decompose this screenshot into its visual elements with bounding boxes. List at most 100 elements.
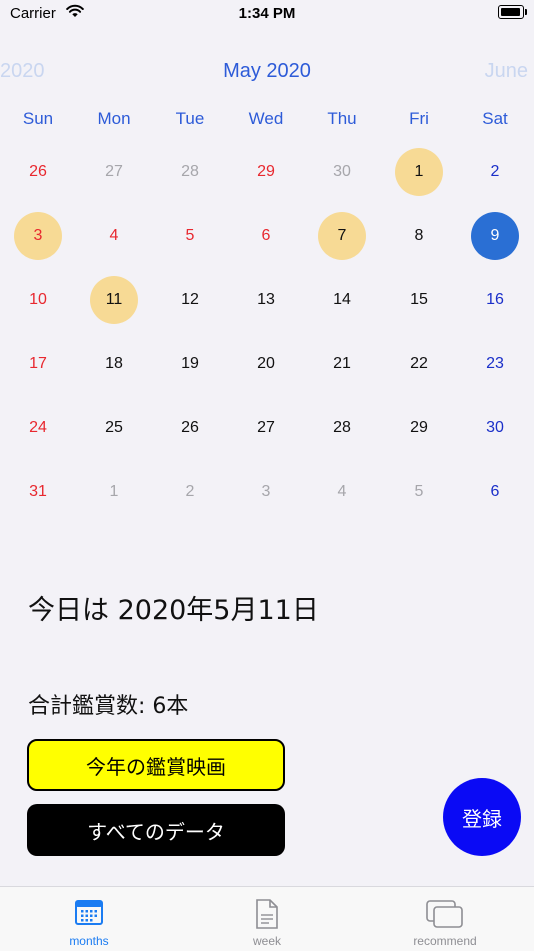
calendar-day[interactable]: 29 xyxy=(228,140,304,204)
current-month-label: May 2020 xyxy=(223,60,311,82)
weekday-fri: Fri xyxy=(409,109,429,128)
weekday-tue: Tue xyxy=(175,109,205,128)
calendar-day[interactable]: 7 xyxy=(304,204,380,268)
calendar-day[interactable]: 15 xyxy=(381,268,457,332)
calendar-day[interactable]: 17 xyxy=(0,332,76,396)
calendar-day-number: 28 xyxy=(333,419,351,436)
calendar-day[interactable]: 22 xyxy=(381,332,457,396)
calendar-day-number: 26 xyxy=(29,163,47,180)
calendar-day[interactable]: 28 xyxy=(152,140,228,204)
calendar-day-number: 28 xyxy=(181,163,199,180)
calendar-day[interactable]: 4 xyxy=(76,204,152,268)
calendar-day[interactable]: 3 xyxy=(228,460,304,524)
calendar-day[interactable]: 2 xyxy=(152,460,228,524)
calendar-day[interactable]: 26 xyxy=(0,140,76,204)
calendar-day-number: 24 xyxy=(29,419,47,436)
calendar-day-number: 5 xyxy=(414,483,424,500)
calendar-day-number: 31 xyxy=(29,483,47,500)
calendar-day-number: 18 xyxy=(105,355,123,372)
weekday-wed: Wed xyxy=(248,109,284,128)
calendar-day-number: 12 xyxy=(181,291,199,308)
calendar-day[interactable]: 2 xyxy=(457,140,533,204)
calendar-day-number: 13 xyxy=(257,291,275,308)
calendar-icon xyxy=(0,899,178,925)
calendar-day-number: 2 xyxy=(185,483,195,500)
calendar-day-number: 1 xyxy=(109,483,119,500)
calendar-day-number: 10 xyxy=(29,291,47,308)
month-header: 2020 May 2020 June xyxy=(0,60,534,86)
today-date-text: 今日は 2020年5月11日 xyxy=(28,595,319,626)
tab-bar: months week recommend xyxy=(0,886,534,951)
calendar-day[interactable]: 21 xyxy=(304,332,380,396)
total-count-text: 合計鑑賞数: 6本 xyxy=(28,694,189,719)
calendar-day[interactable]: 31 xyxy=(0,460,76,524)
calendar-day-number: 29 xyxy=(257,163,275,180)
tab-week-label: week xyxy=(252,934,281,948)
calendar-day[interactable]: 1 xyxy=(381,140,457,204)
this-year-movies-button[interactable]: 今年の鑑賞映画 xyxy=(27,739,285,791)
calendar-day-number: 17 xyxy=(29,355,47,372)
calendar-day-number: 26 xyxy=(181,419,199,436)
tab-recommend-label: recommend xyxy=(413,934,477,948)
calendar-day-number: 3 xyxy=(261,483,271,500)
calendar-day[interactable]: 3 xyxy=(0,204,76,268)
calendar-day[interactable]: 12 xyxy=(152,268,228,332)
calendar-day[interactable]: 30 xyxy=(304,140,380,204)
calendar-day-number: 25 xyxy=(105,419,123,436)
calendar-day-number: 27 xyxy=(105,163,123,180)
calendar-day-number: 27 xyxy=(257,419,275,436)
calendar-day[interactable]: 14 xyxy=(304,268,380,332)
calendar-day[interactable]: 26 xyxy=(152,396,228,460)
calendar-day-number: 2 xyxy=(490,163,500,180)
weekday-mon: Mon xyxy=(97,109,131,128)
calendar-day[interactable]: 27 xyxy=(76,140,152,204)
calendar-day[interactable]: 27 xyxy=(228,396,304,460)
calendar-day[interactable]: 5 xyxy=(152,204,228,268)
calendar-day-number: 20 xyxy=(257,355,275,372)
calendar-day-number-selected: 9 xyxy=(471,212,519,260)
weekday-sat: Sat xyxy=(482,109,508,128)
calendar-day[interactable]: 29 xyxy=(381,396,457,460)
calendar-day[interactable]: 6 xyxy=(228,204,304,268)
calendar-day-number-marked: 3 xyxy=(14,212,62,260)
calendar-day[interactable]: 8 xyxy=(381,204,457,268)
calendar-day-number: 22 xyxy=(410,355,428,372)
calendar-day-number: 4 xyxy=(337,483,347,500)
calendar-day[interactable]: 5 xyxy=(381,460,457,524)
tab-recommend[interactable]: recommend xyxy=(356,887,534,951)
calendar-day[interactable]: 1 xyxy=(76,460,152,524)
calendar-day[interactable]: 23 xyxy=(457,332,533,396)
calendar-day[interactable]: 10 xyxy=(0,268,76,332)
calendar-day-number: 5 xyxy=(185,227,195,244)
calendar-day-number: 6 xyxy=(261,227,271,244)
calendar-day-number: 23 xyxy=(486,355,504,372)
calendar-day[interactable]: 9 xyxy=(457,204,533,268)
next-month-label[interactable]: June xyxy=(485,60,528,83)
tab-week[interactable]: week xyxy=(178,887,356,951)
calendar-day[interactable]: 6 xyxy=(457,460,533,524)
register-button[interactable]: 登録 xyxy=(443,778,521,856)
calendar-day-number: 16 xyxy=(486,291,504,308)
calendar-day[interactable]: 20 xyxy=(228,332,304,396)
battery-icon xyxy=(498,5,527,19)
calendar-day-number-marked: 11 xyxy=(90,276,138,324)
calendar-day[interactable]: 28 xyxy=(304,396,380,460)
tab-months-label: months xyxy=(69,934,109,948)
calendar-day[interactable]: 13 xyxy=(228,268,304,332)
calendar-day[interactable]: 11 xyxy=(76,268,152,332)
calendar-day[interactable]: 25 xyxy=(76,396,152,460)
tab-months[interactable]: months xyxy=(0,887,178,951)
calendar-day[interactable]: 18 xyxy=(76,332,152,396)
calendar-day[interactable]: 24 xyxy=(0,396,76,460)
calendar-day[interactable]: 4 xyxy=(304,460,380,524)
calendar-day-number: 4 xyxy=(109,227,119,244)
calendar-day-number: 8 xyxy=(414,227,424,244)
calendar-day-number: 19 xyxy=(181,355,199,372)
calendar-day[interactable]: 30 xyxy=(457,396,533,460)
all-data-button[interactable]: すべてのデータ xyxy=(27,804,285,856)
calendar-day[interactable]: 16 xyxy=(457,268,533,332)
calendar-day[interactable]: 19 xyxy=(152,332,228,396)
weekday-thu: Thu xyxy=(327,109,357,128)
calendar-grid: 26 27 28 29 30 1 2 3 4 5 6 7 8 9 10 11 12 13 14 15 16 17 18 19 2… xyxy=(0,140,534,524)
calendar-day-number: 30 xyxy=(333,163,351,180)
